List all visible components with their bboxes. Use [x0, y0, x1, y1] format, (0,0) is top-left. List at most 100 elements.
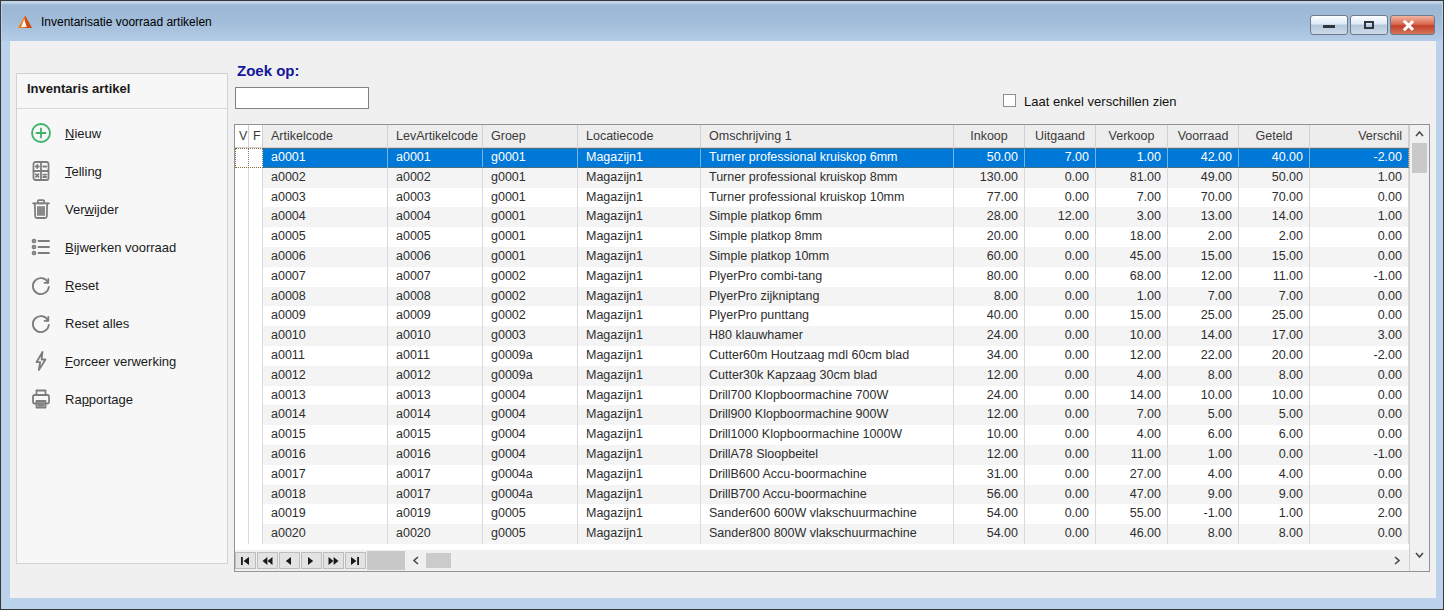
cell-voorraad[interactable]: 42.00 — [1168, 148, 1239, 168]
cell-geteld[interactable]: 0.00 — [1239, 445, 1310, 465]
cell-verschil[interactable]: -1.00 — [1310, 445, 1409, 465]
column-header-verkoop[interactable]: Verkoop — [1096, 125, 1168, 148]
cell-groep[interactable]: g0001 — [483, 247, 578, 267]
cell-artikelcode[interactable]: a0010 — [263, 326, 388, 346]
cell-voorraad[interactable]: -1.00 — [1168, 504, 1239, 524]
table-row-a0002[interactable]: a0002a0002g0001Magazijn1Turner professio… — [235, 168, 1409, 188]
cell-verkoop[interactable]: 3.00 — [1096, 207, 1168, 227]
cell-f[interactable] — [249, 207, 263, 227]
cell-geteld[interactable]: 8.00 — [1239, 524, 1310, 544]
cell-inkoop[interactable]: 12.00 — [954, 405, 1025, 425]
cell-verschil[interactable]: 0.00 — [1310, 405, 1409, 425]
search-input[interactable] — [235, 87, 369, 109]
cell-voorraad[interactable]: 70.00 — [1168, 188, 1239, 208]
cell-groep[interactable]: g0002 — [483, 306, 578, 326]
cell-voorraad[interactable]: 6.00 — [1168, 425, 1239, 445]
cell-inkoop[interactable]: 40.00 — [954, 306, 1025, 326]
cell-verkoop[interactable]: 18.00 — [1096, 227, 1168, 247]
cell-uitgaand[interactable]: 0.00 — [1025, 366, 1096, 386]
cell-verkoop[interactable]: 10.00 — [1096, 326, 1168, 346]
cell-verschil[interactable]: 3.00 — [1310, 326, 1409, 346]
cell-voorraad[interactable]: 7.00 — [1168, 287, 1239, 307]
cell-v[interactable] — [235, 287, 249, 307]
cell-v[interactable] — [235, 227, 249, 247]
cell-groep[interactable]: g0004 — [483, 386, 578, 406]
cell-artikelcode[interactable]: a0007 — [263, 267, 388, 287]
cell-omschrijving-1[interactable]: PlyerPro combi-tang — [701, 267, 954, 287]
cell-inkoop[interactable]: 31.00 — [954, 465, 1025, 485]
cell-uitgaand[interactable]: 7.00 — [1025, 148, 1096, 168]
cell-artikelcode[interactable]: a0013 — [263, 386, 388, 406]
cell-artikelcode[interactable]: a0012 — [263, 366, 388, 386]
cell-v[interactable] — [235, 267, 249, 287]
cell-voorraad[interactable]: 5.00 — [1168, 405, 1239, 425]
nav-next-button[interactable] — [301, 552, 322, 569]
cell-inkoop[interactable]: 54.00 — [954, 524, 1025, 544]
table-row-a0008[interactable]: a0008a0008g0002Magazijn1PlyerPro zijknip… — [235, 287, 1409, 307]
cell-omschrijving-1[interactable]: H80 klauwhamer — [701, 326, 954, 346]
cell-verschil[interactable]: 0.00 — [1310, 425, 1409, 445]
nav-fast-prev-button[interactable] — [257, 552, 278, 569]
cell-voorraad[interactable]: 8.00 — [1168, 366, 1239, 386]
sidebar-item-forceer-verwerking[interactable]: Forceer verwerking — [29, 342, 225, 380]
cell-inkoop[interactable]: 50.00 — [954, 148, 1025, 168]
cell-omschrijving-1[interactable]: PlyerPro punttang — [701, 306, 954, 326]
cell-uitgaand[interactable]: 0.00 — [1025, 247, 1096, 267]
cell-levartikelcode[interactable]: a0005 — [388, 227, 483, 247]
cell-artikelcode[interactable]: a0005 — [263, 227, 388, 247]
cell-artikelcode[interactable]: a0018 — [263, 485, 388, 505]
cell-voorraad[interactable]: 12.00 — [1168, 267, 1239, 287]
cell-geteld[interactable]: 40.00 — [1239, 148, 1310, 168]
cell-uitgaand[interactable]: 0.00 — [1025, 504, 1096, 524]
table-row-a0007[interactable]: a0007a0007g0002Magazijn1PlyerPro combi-t… — [235, 267, 1409, 287]
cell-groep[interactable]: g0005 — [483, 504, 578, 524]
cell-uitgaand[interactable]: 0.00 — [1025, 405, 1096, 425]
cell-verschil[interactable]: 0.00 — [1310, 227, 1409, 247]
cell-voorraad[interactable]: 49.00 — [1168, 168, 1239, 188]
cell-f[interactable] — [249, 485, 263, 505]
cell-verkoop[interactable]: 12.00 — [1096, 346, 1168, 366]
cell-inkoop[interactable]: 28.00 — [954, 207, 1025, 227]
cell-v[interactable] — [235, 445, 249, 465]
cell-verschil[interactable]: 0.00 — [1310, 188, 1409, 208]
cell-levartikelcode[interactable]: a0009 — [388, 306, 483, 326]
cell-geteld[interactable]: 8.00 — [1239, 366, 1310, 386]
cell-levartikelcode[interactable]: a0007 — [388, 267, 483, 287]
sidebar-item-rapportage[interactable]: Rapportage — [29, 380, 225, 418]
cell-geteld[interactable]: 10.00 — [1239, 386, 1310, 406]
cell-inkoop[interactable]: 77.00 — [954, 188, 1025, 208]
cell-v[interactable] — [235, 405, 249, 425]
cell-v[interactable] — [235, 148, 249, 168]
cell-verkoop[interactable]: 4.00 — [1096, 425, 1168, 445]
vertical-scroll-thumb[interactable] — [1412, 143, 1427, 173]
cell-groep[interactable]: g0009a — [483, 346, 578, 366]
cell-v[interactable] — [235, 326, 249, 346]
cell-geteld[interactable]: 7.00 — [1239, 287, 1310, 307]
cell-geteld[interactable]: 5.00 — [1239, 405, 1310, 425]
cell-verschil[interactable]: 0.00 — [1310, 287, 1409, 307]
scroll-down-icon[interactable] — [1410, 546, 1429, 563]
horizontal-scroll-thumb[interactable] — [426, 553, 451, 568]
cell-omschrijving-1[interactable]: Cutter30k Kapzaag 30cm blad — [701, 366, 954, 386]
cell-verkoop[interactable]: 7.00 — [1096, 405, 1168, 425]
close-button[interactable] — [1390, 15, 1435, 35]
cell-geteld[interactable]: 15.00 — [1239, 247, 1310, 267]
cell-uitgaand[interactable]: 0.00 — [1025, 485, 1096, 505]
cell-f[interactable] — [249, 247, 263, 267]
cell-locatiecode[interactable]: Magazijn1 — [578, 267, 701, 287]
cell-verkoop[interactable]: 7.00 — [1096, 188, 1168, 208]
table-row-a0015[interactable]: a0015a0015g0004Magazijn1Drill1000 Klopbo… — [235, 425, 1409, 445]
cell-omschrijving-1[interactable]: PlyerPro zijkniptang — [701, 287, 954, 307]
column-header-locatiecode[interactable]: Locatiecode — [578, 125, 701, 148]
cell-verkoop[interactable]: 45.00 — [1096, 247, 1168, 267]
cell-geteld[interactable]: 17.00 — [1239, 326, 1310, 346]
table-row-a0009[interactable]: a0009a0009g0002Magazijn1PlyerPro punttan… — [235, 306, 1409, 326]
cell-v[interactable] — [235, 504, 249, 524]
cell-levartikelcode[interactable]: a0014 — [388, 405, 483, 425]
cell-inkoop[interactable]: 56.00 — [954, 485, 1025, 505]
cell-omschrijving-1[interactable]: Drill1000 Klopboormachine 1000W — [701, 425, 954, 445]
cell-inkoop[interactable]: 8.00 — [954, 287, 1025, 307]
nav-prev-button[interactable] — [279, 552, 300, 569]
table-row-a0001[interactable]: a0001a0001g0001Magazijn1Turner professio… — [235, 148, 1409, 168]
cell-v[interactable] — [235, 306, 249, 326]
